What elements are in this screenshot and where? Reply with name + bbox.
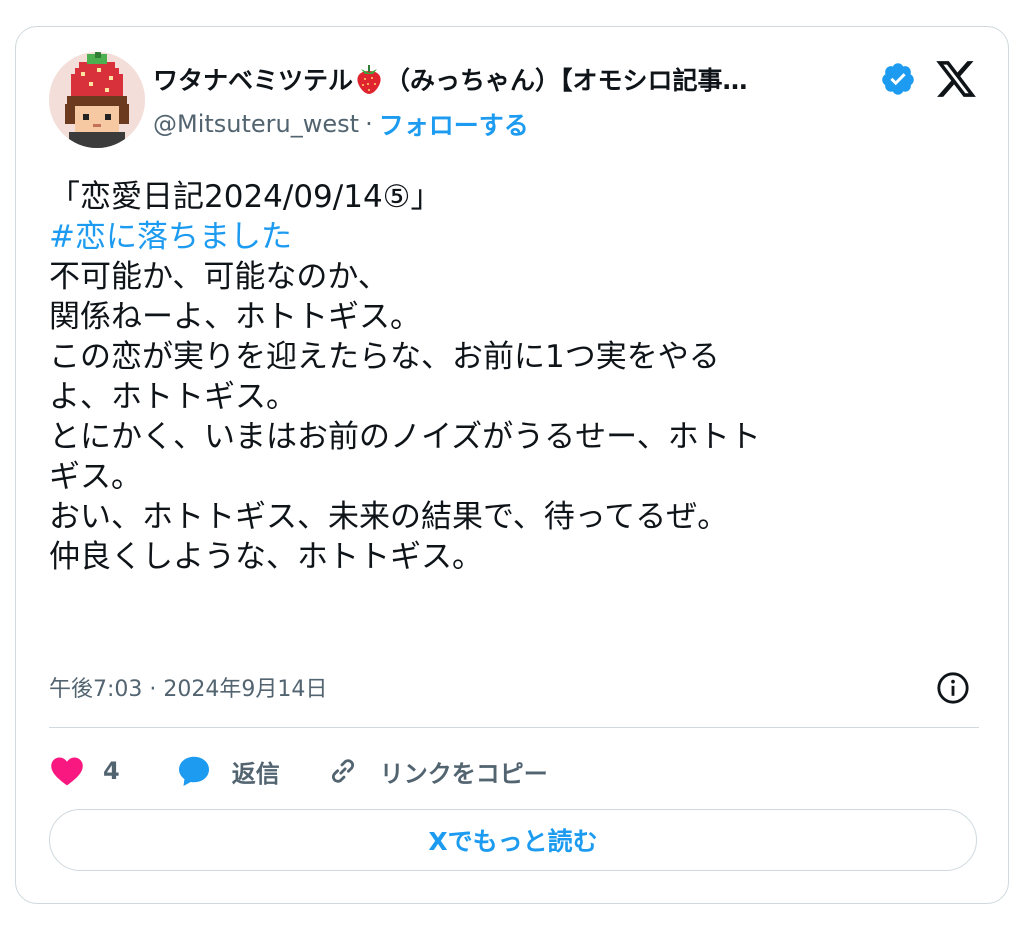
post-line: ギス。 [49,459,142,495]
heart-icon [51,757,83,786]
copy-link-label: リンクをコピー [379,759,548,788]
copy-link-button[interactable]: リンクをコピー [326,754,548,789]
avatar[interactable] [49,52,145,148]
read-more-button[interactable]: Xでもっと読む [49,809,977,871]
action-bar: 4 返信 リンクをコピー [49,749,548,793]
post-title-line: 「恋愛日記2024/09/14⑤」 [49,179,442,215]
follow-button[interactable]: フォローする [379,106,529,142]
post-line: 不可能か、可能なのか、 [49,259,389,295]
author-handle-row: @Mitsuteru_west · フォローする [153,107,529,141]
pixel-strawberry-avatar-icon [49,52,145,148]
author-name-row[interactable]: ワタナベミツテル （みっちゃん）【オモシロ記事… [153,57,748,101]
x-logo-icon[interactable] [932,57,980,101]
reply-button[interactable]: 返信 [176,753,280,789]
post-line: 仲良くしような、ホトトギス。 [49,539,483,575]
post-line: この恋が実りを迎えたらな、お前に1つ実をやる [49,339,720,375]
link-icon [331,759,354,783]
post-text: 「恋愛日記2024/09/14⑤」 #恋に落ちました 不可能か、可能なのか、 関… [49,177,979,577]
post-line: 関係ねーよ、ホトトギス。 [49,299,421,335]
like-button[interactable]: 4 [49,753,120,789]
post-line: おい、ホトトギス、未来の結果で、待ってるぜ。 [49,499,729,535]
post-line: よ、ホトトギス。 [49,379,297,415]
divider [49,727,979,728]
author-display-name[interactable]: ワタナベミツテル [153,61,353,97]
author-handle[interactable]: @Mitsuteru_west [153,110,359,138]
info-icon[interactable] [936,671,970,705]
verified-badge-icon [882,63,914,95]
post-line: とにかく、いまはお前のノイズがうるせー、ホトト [49,419,761,455]
timestamp-text[interactable]: 午後7:03 · 2024年9月14日 [49,671,327,703]
hashtag-link[interactable]: #恋に落ちました [49,217,979,257]
author-display-name-suffix[interactable]: （みっちゃん）【オモシロ記事… [385,61,748,97]
post-timestamp[interactable]: 午後7:03 · 2024年9月14日 [49,669,327,705]
embedded-post-card: ワタナベミツテル （みっちゃん）【オモシロ記事… @Mitsuteru_west… [15,26,1009,904]
reply-bubble-icon [178,756,209,786]
strawberry-icon [357,65,381,94]
like-count: 4 [103,757,120,785]
reply-label: 返信 [231,759,280,788]
separator-dot: · [365,110,373,138]
